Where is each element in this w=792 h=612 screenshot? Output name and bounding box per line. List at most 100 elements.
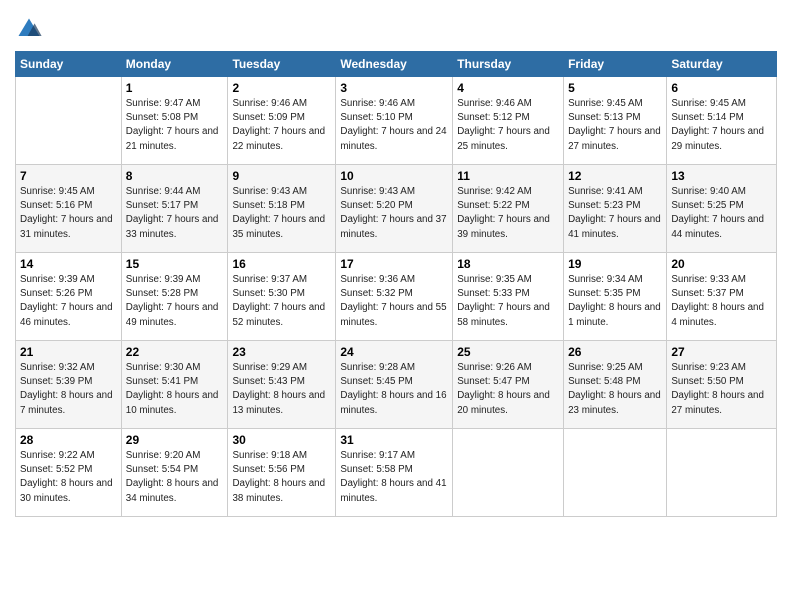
day-number: 9 (232, 169, 331, 183)
day-number: 17 (340, 257, 448, 271)
day-info: Sunrise: 9:46 AMSunset: 5:12 PMDaylight:… (457, 97, 559, 154)
calendar-cell: 20 Sunrise: 9:33 AMSunset: 5:37 PMDayligh… (667, 253, 777, 341)
day-info: Sunrise: 9:47 AMSunset: 5:08 PMDaylight:… (126, 97, 224, 154)
day-number: 12 (568, 169, 662, 183)
calendar-body: 1Sunrise: 9:47 AMSunset: 5:08 PMDaylight… (16, 77, 777, 517)
day-info: Sunrise: 9:45 AMSunset: 5:14 PMDaylight:… (671, 97, 772, 154)
day-info: Sunrise: 9:37 AMSunset: 5:30 PMDaylight:… (232, 273, 331, 330)
calendar-cell: 4Sunrise: 9:46 AMSunset: 5:12 PMDaylight… (453, 77, 564, 165)
calendar-cell: 21 Sunrise: 9:32 AMSunset: 5:39 PMDayligh… (16, 341, 122, 429)
day-info: Sunrise: 9:20 AMSunset: 5:54 PMDaylight:… (126, 449, 224, 506)
calendar-cell: 11 Sunrise: 9:42 AMSunset: 5:22 PMDayligh… (453, 165, 564, 253)
day-info: Sunrise: 9:39 AMSunset: 5:26 PMDaylight:… (20, 273, 117, 330)
day-number: 16 (232, 257, 331, 271)
day-number: 21 (20, 345, 117, 359)
day-info: Sunrise: 9:28 AMSunset: 5:45 PMDaylight:… (340, 361, 448, 418)
calendar-cell: 16 Sunrise: 9:37 AMSunset: 5:30 PMDayligh… (228, 253, 336, 341)
day-number: 14 (20, 257, 117, 271)
page-container: SundayMondayTuesdayWednesdayThursdayFrid… (0, 0, 792, 527)
day-info: Sunrise: 9:23 AMSunset: 5:50 PMDaylight:… (671, 361, 772, 418)
weekday-header: Saturday (667, 52, 777, 77)
weekday-header: Thursday (453, 52, 564, 77)
day-number: 23 (232, 345, 331, 359)
calendar-cell: 26 Sunrise: 9:25 AMSunset: 5:48 PMDayligh… (564, 341, 667, 429)
day-number: 5 (568, 81, 662, 95)
calendar-cell: 24 Sunrise: 9:28 AMSunset: 5:45 PMDayligh… (336, 341, 453, 429)
calendar-cell: 23Sunrise: 9:29 AMSunset: 5:43 PMDayligh… (228, 341, 336, 429)
calendar-week-row: 28 Sunrise: 9:22 AMSunset: 5:52 PMDayligh… (16, 429, 777, 517)
weekday-header: Monday (121, 52, 228, 77)
calendar-cell (16, 77, 122, 165)
logo-icon (15, 15, 43, 43)
calendar-cell: 30Sunrise: 9:18 AMSunset: 5:56 PMDayligh… (228, 429, 336, 517)
day-number: 19 (568, 257, 662, 271)
day-number: 22 (126, 345, 224, 359)
calendar-cell: 22Sunrise: 9:30 AMSunset: 5:41 PMDayligh… (121, 341, 228, 429)
calendar-cell: 29 Sunrise: 9:20 AMSunset: 5:54 PMDayligh… (121, 429, 228, 517)
day-info: Sunrise: 9:22 AMSunset: 5:52 PMDaylight:… (20, 449, 117, 506)
day-info: Sunrise: 9:25 AMSunset: 5:48 PMDaylight:… (568, 361, 662, 418)
calendar-cell: 31Sunrise: 9:17 AMSunset: 5:58 PMDayligh… (336, 429, 453, 517)
calendar-cell: 3Sunrise: 9:46 AMSunset: 5:10 PMDaylight… (336, 77, 453, 165)
day-number: 28 (20, 433, 117, 447)
calendar-cell (564, 429, 667, 517)
header-row: SundayMondayTuesdayWednesdayThursdayFrid… (16, 52, 777, 77)
calendar-cell (667, 429, 777, 517)
day-info: Sunrise: 9:43 AMSunset: 5:20 PMDaylight:… (340, 185, 448, 242)
day-number: 6 (671, 81, 772, 95)
day-number: 26 (568, 345, 662, 359)
calendar-cell: 9 Sunrise: 9:43 AMSunset: 5:18 PMDaylight… (228, 165, 336, 253)
calendar-cell: 6 Sunrise: 9:45 AMSunset: 5:14 PMDaylight… (667, 77, 777, 165)
day-number: 20 (671, 257, 772, 271)
calendar-cell: 19 Sunrise: 9:34 AMSunset: 5:35 PMDayligh… (564, 253, 667, 341)
calendar-cell: 17Sunrise: 9:36 AMSunset: 5:32 PMDayligh… (336, 253, 453, 341)
calendar-cell (453, 429, 564, 517)
calendar-cell: 7Sunrise: 9:45 AMSunset: 5:16 PMDaylight… (16, 165, 122, 253)
day-info: Sunrise: 9:35 AMSunset: 5:33 PMDaylight:… (457, 273, 559, 330)
calendar-week-row: 1Sunrise: 9:47 AMSunset: 5:08 PMDaylight… (16, 77, 777, 165)
day-info: Sunrise: 9:46 AMSunset: 5:10 PMDaylight:… (340, 97, 448, 154)
calendar-week-row: 7Sunrise: 9:45 AMSunset: 5:16 PMDaylight… (16, 165, 777, 253)
day-number: 15 (126, 257, 224, 271)
calendar-cell: 14 Sunrise: 9:39 AMSunset: 5:26 PMDayligh… (16, 253, 122, 341)
day-number: 10 (340, 169, 448, 183)
day-number: 27 (671, 345, 772, 359)
day-info: Sunrise: 9:39 AMSunset: 5:28 PMDaylight:… (126, 273, 224, 330)
day-info: Sunrise: 9:18 AMSunset: 5:56 PMDaylight:… (232, 449, 331, 506)
calendar-week-row: 14 Sunrise: 9:39 AMSunset: 5:26 PMDayligh… (16, 253, 777, 341)
day-info: Sunrise: 9:32 AMSunset: 5:39 PMDaylight:… (20, 361, 117, 418)
calendar-cell: 5Sunrise: 9:45 AMSunset: 5:13 PMDaylight… (564, 77, 667, 165)
day-info: Sunrise: 9:42 AMSunset: 5:22 PMDaylight:… (457, 185, 559, 242)
calendar-header: SundayMondayTuesdayWednesdayThursdayFrid… (16, 52, 777, 77)
day-info: Sunrise: 9:17 AMSunset: 5:58 PMDaylight:… (340, 449, 448, 506)
weekday-header: Sunday (16, 52, 122, 77)
calendar-cell: 2 Sunrise: 9:46 AMSunset: 5:09 PMDaylight… (228, 77, 336, 165)
day-info: Sunrise: 9:26 AMSunset: 5:47 PMDaylight:… (457, 361, 559, 418)
day-info: Sunrise: 9:33 AMSunset: 5:37 PMDaylight:… (671, 273, 772, 330)
day-info: Sunrise: 9:40 AMSunset: 5:25 PMDaylight:… (671, 185, 772, 242)
day-info: Sunrise: 9:43 AMSunset: 5:18 PMDaylight:… (232, 185, 331, 242)
calendar-table: SundayMondayTuesdayWednesdayThursdayFrid… (15, 51, 777, 517)
calendar-cell: 15 Sunrise: 9:39 AMSunset: 5:28 PMDayligh… (121, 253, 228, 341)
day-number: 29 (126, 433, 224, 447)
calendar-cell: 10 Sunrise: 9:43 AMSunset: 5:20 PMDayligh… (336, 165, 453, 253)
day-number: 11 (457, 169, 559, 183)
calendar-cell: 8Sunrise: 9:44 AMSunset: 5:17 PMDaylight… (121, 165, 228, 253)
weekday-header: Wednesday (336, 52, 453, 77)
day-number: 24 (340, 345, 448, 359)
day-info: Sunrise: 9:46 AMSunset: 5:09 PMDaylight:… (232, 97, 331, 154)
calendar-cell: 13Sunrise: 9:40 AMSunset: 5:25 PMDayligh… (667, 165, 777, 253)
calendar-cell: 25Sunrise: 9:26 AMSunset: 5:47 PMDayligh… (453, 341, 564, 429)
day-info: Sunrise: 9:41 AMSunset: 5:23 PMDaylight:… (568, 185, 662, 242)
day-info: Sunrise: 9:34 AMSunset: 5:35 PMDaylight:… (568, 273, 662, 330)
calendar-cell: 12 Sunrise: 9:41 AMSunset: 5:23 PMDayligh… (564, 165, 667, 253)
calendar-cell: 28 Sunrise: 9:22 AMSunset: 5:52 PMDayligh… (16, 429, 122, 517)
weekday-header: Friday (564, 52, 667, 77)
day-number: 18 (457, 257, 559, 271)
calendar-cell: 27 Sunrise: 9:23 AMSunset: 5:50 PMDayligh… (667, 341, 777, 429)
day-info: Sunrise: 9:44 AMSunset: 5:17 PMDaylight:… (126, 185, 224, 242)
header (15, 10, 777, 43)
logo (15, 15, 46, 43)
day-number: 2 (232, 81, 331, 95)
day-info: Sunrise: 9:45 AMSunset: 5:16 PMDaylight:… (20, 185, 117, 242)
